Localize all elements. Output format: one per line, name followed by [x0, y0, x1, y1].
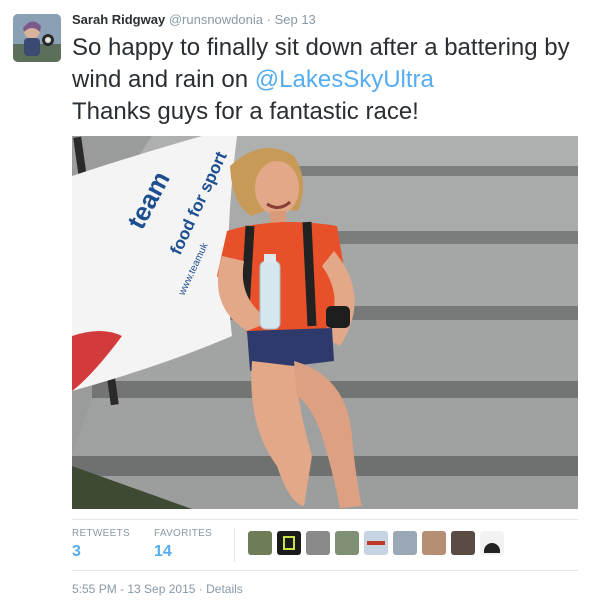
favoriter-avatar[interactable]	[422, 531, 446, 555]
favorites-label: FAVORITES	[154, 528, 213, 539]
author-username[interactable]: @runsnowdonia	[169, 12, 263, 27]
tweet-timestamp[interactable]: 5:55 PM - 13 Sep 2015	[72, 582, 195, 596]
author-name[interactable]: Sarah Ridgway	[72, 12, 165, 27]
favorites-stat[interactable]: FAVORITES 14	[154, 528, 212, 561]
favoriter-avatar[interactable]	[451, 531, 475, 555]
favoriter-avatar[interactable]	[335, 531, 359, 555]
retweets-count[interactable]: 3	[72, 543, 130, 561]
header-separator: ·	[266, 12, 271, 27]
retweets-stat[interactable]: RETWEETS 3	[72, 528, 130, 561]
tweet-photo[interactable]: team food for sport www.teamuk	[72, 136, 578, 509]
favoriter-avatar[interactable]	[364, 531, 388, 555]
mention-link[interactable]: @LakesSkyUltra	[255, 66, 434, 93]
tweet-footer: 5:55 PM - 13 Sep 2015 · Details	[72, 582, 243, 596]
tweet-text: So happy to finally sit down after a bat…	[72, 32, 582, 128]
tweet-text-part2: Thanks guys for a fantastic race!	[72, 98, 419, 125]
favoriter-avatar[interactable]	[277, 531, 301, 555]
retweets-label: RETWEETS	[72, 528, 130, 539]
tweet-date[interactable]: Sep 13	[275, 12, 316, 27]
favorites-count[interactable]: 14	[154, 543, 212, 561]
favoriter-avatar[interactable]	[306, 531, 330, 555]
author-avatar[interactable]	[13, 14, 61, 62]
tweet-header: Sarah Ridgway @runsnowdonia · Sep 13	[72, 12, 316, 28]
favoriter-avatar[interactable]	[248, 531, 272, 555]
avatar-photo	[13, 14, 61, 62]
details-link[interactable]: Details	[206, 582, 243, 596]
favoriter-avatar[interactable]	[393, 531, 417, 555]
favoriter-avatar[interactable]	[480, 531, 504, 555]
race-photo-illustration: team food for sport www.teamuk	[72, 136, 578, 509]
tweet-stats: RETWEETS 3 FAVORITES 14	[72, 519, 578, 571]
footer-separator: ·	[198, 582, 203, 596]
stats-divider	[234, 528, 235, 562]
